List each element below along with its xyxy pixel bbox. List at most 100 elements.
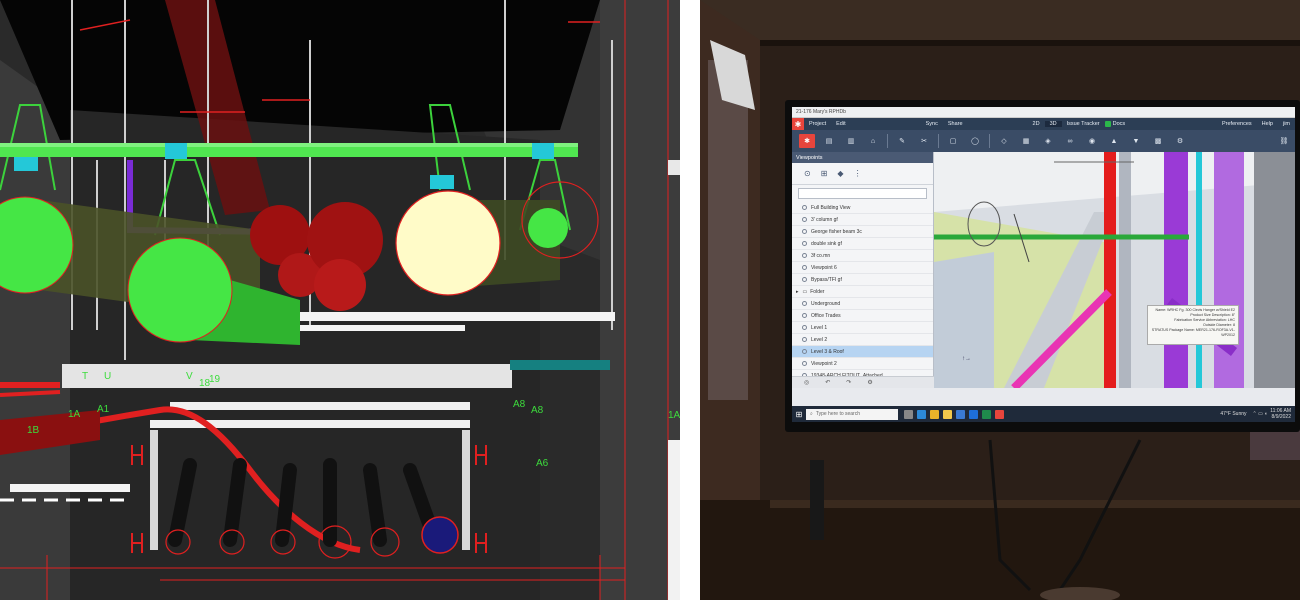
app-logo-icon[interactable]: ✱ xyxy=(792,118,804,130)
viewpoint-item[interactable]: 3' column gf xyxy=(792,214,933,226)
target-icon[interactable]: ◎ xyxy=(804,379,809,386)
menu-share[interactable]: Share xyxy=(943,121,968,127)
pin-icon xyxy=(802,241,807,246)
viewpoint-item[interactable]: Office Trades xyxy=(792,310,933,322)
pin-icon xyxy=(802,217,807,222)
viewpoints-search-input[interactable] xyxy=(798,188,927,199)
tray-icons[interactable]: ⌃ ▭ ◖ xyxy=(1250,411,1271,417)
viewpoints-list: Full Building View 3' column gf George f… xyxy=(792,202,933,382)
weather-status[interactable]: 47°F Sunny xyxy=(1217,411,1249,417)
folder-icon: ▭ xyxy=(802,288,808,295)
menu-edit[interactable]: Edit xyxy=(831,121,850,127)
pipe-label-t: T xyxy=(82,371,89,382)
windows-taskbar: ⊞ ⌕ Type here to search 47°F Sunny ⌃ ▭ ◖… xyxy=(792,406,1295,422)
menu-3d[interactable]: 3D xyxy=(1044,121,1062,127)
menu-docs[interactable]: Docs xyxy=(1113,121,1131,127)
chrome-icon[interactable] xyxy=(930,409,939,419)
cad-3d-view[interactable]: T U V 18 19 1A A1 1B A8 A8 A6 1A xyxy=(0,0,680,600)
add-folder-icon[interactable]: ⊞ xyxy=(821,169,828,178)
cube-icon[interactable]: ◈ xyxy=(1040,134,1056,148)
book-icon[interactable]: ▥ xyxy=(843,134,859,148)
app-icon[interactable] xyxy=(995,409,1004,419)
pin-icon xyxy=(802,313,807,318)
pipe-label-19: 19 xyxy=(209,374,221,385)
viewpoint-item[interactable]: double sink gf xyxy=(792,238,933,250)
viewpoint-item[interactable]: Bypass/TFI gf xyxy=(792,274,933,286)
user-name[interactable]: jim xyxy=(1278,121,1295,127)
pipe-label-a8: A8 xyxy=(513,399,526,410)
edge-icon[interactable] xyxy=(917,409,926,419)
viewpoint-item[interactable]: Level 1 xyxy=(792,322,933,334)
taskbar-search-input[interactable]: ⌕ Type here to search xyxy=(806,408,898,420)
task-view-icon[interactable] xyxy=(904,409,913,419)
menu-project[interactable]: Project xyxy=(804,121,831,127)
viewpoint-item[interactable]: George fisher beam 3c xyxy=(792,226,933,238)
viewpoint-item-selected[interactable]: Level 3 & Roof xyxy=(792,346,933,358)
taskbar-clock[interactable]: 11:06 AM 8/9/2022 xyxy=(1270,408,1295,420)
pipe-label-1a: 1A xyxy=(68,409,81,420)
pipe-label-1a-right: 1A xyxy=(668,410,680,421)
store-icon[interactable] xyxy=(956,409,965,419)
excel-icon[interactable] xyxy=(982,409,991,419)
settings-icon[interactable]: ⚙ xyxy=(867,379,872,386)
viewpoint-item[interactable]: 3f co.mn xyxy=(792,250,933,262)
viewpoints-panel: Viewpoints ⊙ ⊞ ◆ ⋮ Full Building View 3'… xyxy=(792,152,934,388)
pin-icon xyxy=(802,229,807,234)
pipe-label-a6: A6 xyxy=(536,458,549,469)
pipe-label-a8b: A8 xyxy=(531,405,544,416)
settings-icon[interactable]: ⚙ xyxy=(1172,134,1188,148)
pin-icon xyxy=(802,349,807,354)
pin-icon xyxy=(802,265,807,270)
bt-icon[interactable]: ◯ xyxy=(967,134,983,148)
location-pin-icon[interactable]: ⊙ xyxy=(804,169,811,178)
mail-icon[interactable] xyxy=(969,409,978,419)
model-3d-viewport[interactable]: ↑→ xyxy=(934,152,1295,391)
paint-bucket-icon[interactable]: ◇ xyxy=(996,134,1012,148)
viewpoint-item[interactable]: Full Building View xyxy=(792,202,933,214)
home-icon[interactable]: ⌂ xyxy=(865,134,881,148)
search-icon: ⌕ xyxy=(810,411,813,417)
viewpoint-folder[interactable]: ▸ ▭ Folder xyxy=(792,286,933,298)
pin-icon xyxy=(802,337,807,342)
menu-preferences[interactable]: Preferences xyxy=(1217,121,1257,127)
element-properties-tooltip: Name: WRHC Fg. 300 Clevis Hanger w/Shiel… xyxy=(1147,305,1239,345)
menu-help[interactable]: Help xyxy=(1257,121,1278,127)
viewpoint-item[interactable]: Viewpoint 6 xyxy=(792,262,933,274)
viewpoint-item[interactable]: Underground xyxy=(792,298,933,310)
paint-bucket-icon[interactable]: ◆ xyxy=(837,169,843,178)
logo-icon[interactable]: ✱ xyxy=(799,134,815,148)
chevron-right-icon: ▸ xyxy=(796,288,799,295)
pipe-label-u: U xyxy=(104,371,112,382)
filter-icon[interactable]: ▼ xyxy=(1128,134,1144,148)
pipe-label-1b: 1B xyxy=(27,425,40,436)
viewpoint-item[interactable]: Viewpoint 2 xyxy=(792,358,933,370)
screen: 21-176 Mary's RPHDb ✱ Project Edit Sync … xyxy=(792,107,1295,422)
cad-scene xyxy=(0,0,680,600)
undo-icon[interactable]: ↶ xyxy=(825,379,830,386)
eye-icon[interactable]: ◉ xyxy=(1084,134,1100,148)
menu-2d[interactable]: 2D xyxy=(1028,121,1045,127)
paint-icon[interactable]: ▲ xyxy=(1106,134,1122,148)
viewpoint-item[interactable]: Level 2 xyxy=(792,334,933,346)
link-icon[interactable]: ⛓ xyxy=(1276,134,1292,148)
layout-icon[interactable]: ▦ xyxy=(1018,134,1034,148)
docs-check-icon xyxy=(1104,121,1111,127)
pipe-label-a1: A1 xyxy=(97,404,110,415)
grid-icon[interactable]: ▩ xyxy=(1150,134,1166,148)
window-titlebar: 21-176 Mary's RPHDb xyxy=(792,107,1295,118)
scissors-icon[interactable]: ✂ xyxy=(916,134,932,148)
menu-issue-tracker[interactable]: Issue Tracker xyxy=(1062,121,1105,127)
redo-icon[interactable]: ↷ xyxy=(846,379,851,386)
menu-sync[interactable]: Sync xyxy=(921,121,943,127)
pin-icon xyxy=(802,325,807,330)
windows-start-icon[interactable]: ⊞ xyxy=(792,406,806,422)
layers-icon[interactable]: ▤ xyxy=(821,134,837,148)
comment-icon[interactable]: ▢ xyxy=(945,134,961,148)
more-options-icon[interactable]: ⋮ xyxy=(854,169,862,178)
monitor-photo: 21-176 Mary's RPHDb ✱ Project Edit Sync … xyxy=(700,0,1300,600)
pencil-icon[interactable]: ✎ xyxy=(894,134,910,148)
file-explorer-icon[interactable] xyxy=(943,409,952,419)
viewpoints-tools: ⊙ ⊞ ◆ ⋮ xyxy=(792,163,933,185)
binoculars-icon[interactable]: ∞ xyxy=(1062,134,1078,148)
viewpoints-header: Viewpoints xyxy=(792,152,933,163)
